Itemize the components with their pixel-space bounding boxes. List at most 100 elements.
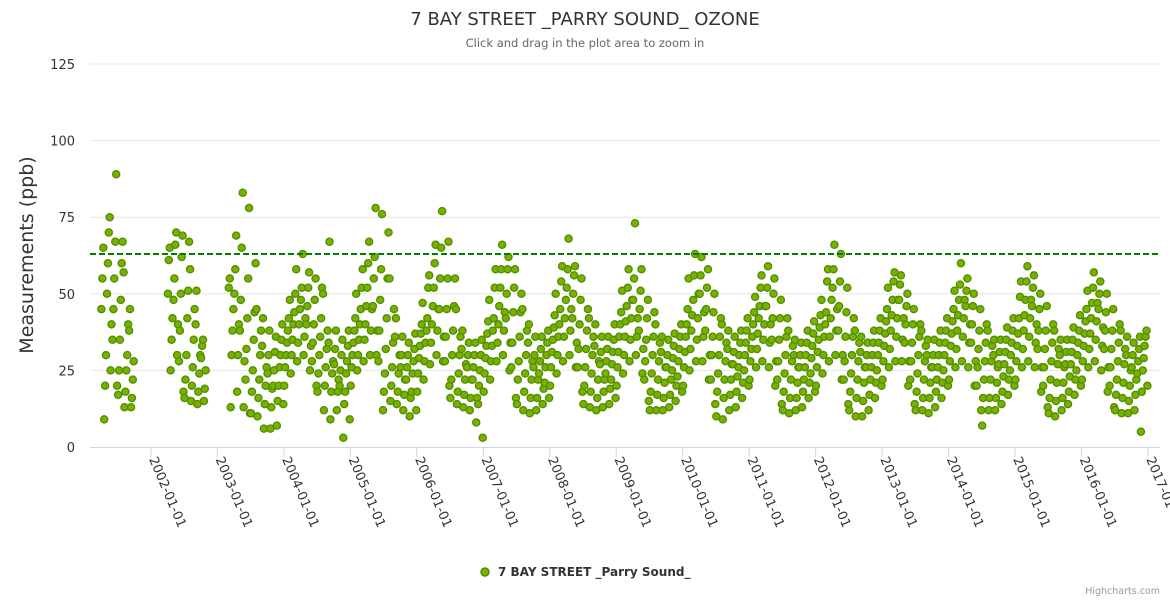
data-point[interactable]	[99, 415, 109, 424]
data-point[interactable]	[841, 332, 850, 341]
data-point[interactable]	[169, 295, 178, 305]
data-point[interactable]	[320, 381, 330, 390]
data-point[interactable]	[580, 381, 589, 390]
data-point[interactable]	[272, 421, 282, 430]
data-point[interactable]	[1084, 363, 1093, 372]
data-point[interactable]	[242, 344, 251, 354]
data-point[interactable]	[447, 350, 457, 360]
data-point[interactable]	[783, 314, 792, 323]
data-point[interactable]	[291, 289, 300, 299]
data-point[interactable]	[739, 366, 749, 375]
data-point[interactable]	[267, 402, 276, 412]
data-point[interactable]	[536, 344, 546, 354]
data-point[interactable]	[706, 375, 716, 384]
data-point[interactable]	[1082, 304, 1091, 314]
data-point[interactable]	[824, 356, 834, 366]
data-point[interactable]	[304, 268, 314, 277]
data-point[interactable]	[567, 304, 576, 314]
data-point[interactable]	[937, 393, 946, 403]
data-point[interactable]	[291, 265, 301, 274]
data-point[interactable]	[184, 237, 194, 246]
data-point[interactable]	[339, 433, 348, 443]
data-point[interactable]	[807, 353, 816, 363]
legend-item[interactable]: 7 BAY STREET _Parry Sound_	[480, 565, 690, 580]
data-point[interactable]	[555, 320, 564, 329]
data-point[interactable]	[611, 393, 620, 403]
data-point[interactable]	[325, 237, 334, 246]
data-point[interactable]	[171, 240, 180, 250]
data-point[interactable]	[976, 405, 986, 415]
data-point[interactable]	[640, 356, 650, 366]
data-point[interactable]	[513, 375, 523, 384]
data-point[interactable]	[115, 335, 125, 345]
data-point[interactable]	[784, 326, 793, 335]
data-point[interactable]	[900, 338, 909, 348]
data-point[interactable]	[126, 402, 136, 412]
data-point[interactable]	[535, 356, 545, 366]
data-point[interactable]	[114, 366, 124, 375]
data-point[interactable]	[174, 356, 184, 366]
data-point[interactable]	[255, 375, 264, 384]
data-point[interactable]	[98, 274, 107, 283]
data-point[interactable]	[648, 350, 657, 360]
data-point[interactable]	[639, 344, 648, 354]
data-point[interactable]	[681, 332, 691, 341]
data-point[interactable]	[1129, 338, 1138, 348]
data-point[interactable]	[709, 307, 718, 317]
data-point[interactable]	[1035, 304, 1044, 314]
data-point[interactable]	[230, 289, 239, 299]
data-point[interactable]	[569, 271, 579, 280]
data-point[interactable]	[303, 283, 313, 292]
data-point[interactable]	[673, 372, 682, 381]
data-point[interactable]	[437, 206, 447, 216]
data-point[interactable]	[975, 326, 984, 335]
data-point[interactable]	[199, 396, 209, 406]
data-point[interactable]	[229, 304, 238, 314]
data-point[interactable]	[331, 326, 341, 335]
data-point[interactable]	[1066, 360, 1076, 369]
data-point[interactable]	[517, 289, 526, 299]
data-point[interactable]	[687, 326, 696, 335]
data-point[interactable]	[854, 356, 863, 366]
data-point[interactable]	[102, 289, 112, 299]
data-point[interactable]	[170, 274, 179, 283]
data-point[interactable]	[492, 356, 501, 366]
data-point[interactable]	[808, 329, 818, 338]
data-point[interactable]	[963, 274, 972, 283]
data-point[interactable]	[323, 326, 332, 335]
data-point[interactable]	[1137, 387, 1147, 397]
data-point[interactable]	[546, 363, 556, 372]
data-point[interactable]	[335, 381, 344, 390]
data-point[interactable]	[108, 335, 117, 345]
data-point[interactable]	[630, 219, 640, 228]
data-point[interactable]	[773, 356, 783, 366]
data-point[interactable]	[847, 350, 857, 360]
data-point[interactable]	[959, 314, 968, 323]
data-point[interactable]	[952, 344, 961, 354]
data-point[interactable]	[175, 326, 185, 335]
data-point[interactable]	[589, 332, 598, 341]
data-point[interactable]	[352, 366, 362, 375]
legend-label[interactable]: 7 BAY STREET _Parry Sound_	[498, 565, 690, 580]
data-point[interactable]	[247, 387, 257, 397]
data-point[interactable]	[553, 350, 562, 360]
data-point[interactable]	[520, 369, 530, 378]
data-point[interactable]	[109, 304, 118, 314]
data-point[interactable]	[901, 320, 910, 329]
data-point[interactable]	[378, 405, 388, 415]
data-point[interactable]	[820, 320, 830, 329]
data-point[interactable]	[972, 381, 981, 390]
data-point[interactable]	[619, 350, 629, 360]
data-point[interactable]	[757, 271, 766, 280]
data-point[interactable]	[225, 274, 235, 283]
data-point[interactable]	[591, 320, 600, 329]
data-point[interactable]	[358, 265, 367, 274]
data-point[interactable]	[293, 338, 303, 348]
data-point[interactable]	[531, 405, 541, 415]
data-point[interactable]	[280, 363, 290, 372]
data-point[interactable]	[912, 387, 921, 397]
data-point[interactable]	[1088, 283, 1098, 292]
data-point[interactable]	[761, 301, 771, 311]
data-point[interactable]	[450, 274, 460, 283]
data-point[interactable]	[97, 304, 106, 314]
